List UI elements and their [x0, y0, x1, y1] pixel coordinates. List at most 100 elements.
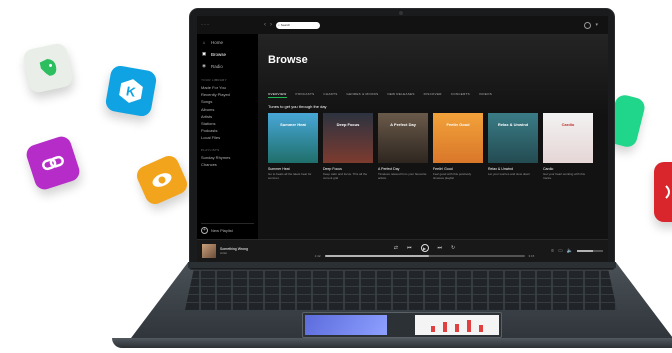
product-image: K ··· ‹ › ⌕ Search ▾ ⌂ Home ▣ Browse ◉ R…: [0, 0, 672, 353]
playlist-description: Go to beats all the latest heat for summ…: [268, 172, 312, 180]
playlists-header: PLAYLISTS: [201, 147, 220, 152]
eye-icon: [133, 152, 191, 208]
forward-arrow-icon[interactable]: ›: [270, 22, 272, 28]
search-icon: ⌕: [278, 23, 280, 27]
cover-text: Cardio: [561, 122, 575, 127]
shuffle-icon[interactable]: ⇄: [394, 245, 398, 251]
playlist-item[interactable]: Sunday Rhymes: [201, 154, 254, 161]
player-bar: Something Wrong Artist ⇄ ⏮ ▶ ⏭ ↻ 1:42 3:…: [197, 239, 608, 262]
devices-icon[interactable]: ▭: [558, 248, 563, 254]
sidebar: ⌂ Home ▣ Browse ◉ Radio YOUR LIBRARY Mad…: [197, 34, 258, 239]
playlist-description: Let your worries and slow down: [488, 172, 531, 176]
progress-fill: [324, 255, 429, 257]
browse-tabs: OVERVIEW PODCASTS CHARTS GENRES & MOODS …: [268, 92, 598, 98]
tab-genres-moods[interactable]: GENRES & MOODS: [347, 92, 379, 98]
playlist-cover[interactable]: A Perfect Day: [378, 113, 428, 163]
playlist-title[interactable]: Summer Heat: [268, 167, 318, 171]
screenpad-touchpad: [302, 312, 502, 338]
sidebar-item-albums[interactable]: Albums: [201, 106, 254, 113]
volume-slider[interactable]: [577, 250, 603, 252]
sidebar-item-podcasts[interactable]: Podcasts: [201, 127, 254, 134]
sidebar-label: Radio: [211, 63, 223, 69]
time-total: 3:15: [528, 254, 535, 258]
evernote-icon: [21, 41, 75, 95]
spotify-window: ··· ‹ › ⌕ Search ▾ ⌂ Home ▣ Browse ◉ Rad…: [197, 16, 608, 262]
browse-view: Browse OVERVIEW PODCASTS CHARTS GENRES &…: [258, 34, 608, 239]
kkbox-icon: K: [104, 64, 158, 118]
tab-podcasts[interactable]: PODCASTS: [296, 92, 315, 98]
track-artist[interactable]: Artist: [220, 251, 248, 255]
keyboard: [185, 270, 617, 310]
sidebar-item-local-files[interactable]: Local Files: [201, 134, 254, 141]
playlist-item[interactable]: Chances: [201, 161, 254, 168]
tab-videos[interactable]: VIDEOS: [479, 92, 492, 98]
laptop-base-edge: [112, 338, 672, 348]
screenpad-chart: [415, 315, 499, 335]
playlist-card[interactable]: Feelin Good Feelin' Good Feel good with th…: [433, 113, 483, 180]
playlist-title[interactable]: Relax & Unwind: [488, 167, 538, 171]
tab-concerts[interactable]: CONCERTS: [451, 92, 470, 98]
browse-icon: ▣: [201, 51, 207, 56]
repeat-icon[interactable]: ↻: [451, 245, 455, 251]
next-icon[interactable]: ⏭: [438, 245, 443, 251]
user-avatar-icon[interactable]: [584, 21, 592, 29]
playlist-card[interactable]: A Perfect Day A Perfect Day Timeless relax…: [378, 113, 428, 180]
queue-icon[interactable]: ≡: [551, 248, 554, 254]
webcam: [399, 11, 403, 15]
volume-icon[interactable]: 🔈: [567, 248, 573, 254]
search-input[interactable]: ⌕ Search: [276, 21, 320, 29]
playlist-title[interactable]: Cardio: [543, 167, 593, 171]
new-playlist-label: New Playlist: [211, 228, 233, 233]
playlist-card[interactable]: Relax & Unwind Relax & Unwind Let your wor…: [488, 113, 538, 180]
playlist-cover[interactable]: Feelin Good: [433, 113, 483, 163]
cover-text: Feelin Good: [446, 122, 470, 127]
playlist-cover[interactable]: Relax & Unwind: [488, 113, 538, 163]
cover-text: Relax & Unwind: [497, 122, 529, 127]
tab-overview[interactable]: OVERVIEW: [268, 92, 287, 98]
playlist-card[interactable]: Summer Heat Summer Heat Go to beats all th…: [268, 113, 318, 180]
playlist-description: Timeless relaxed from your favourite art…: [378, 172, 427, 180]
playlist-card[interactable]: Deep Focus Deep Focus Keep calm and focus.…: [323, 113, 373, 180]
sidebar-item-browse[interactable]: ▣ Browse: [201, 48, 254, 60]
playlist-cover[interactable]: Summer Heat: [268, 113, 318, 163]
screenpad-app: [305, 315, 387, 335]
playlist-cover[interactable]: Cardio: [543, 113, 593, 163]
tab-charts[interactable]: CHARTS: [323, 92, 337, 98]
progress-bar[interactable]: [324, 255, 525, 257]
link-icon: [24, 134, 82, 192]
playlist-card[interactable]: Cardio Cardio Get your heart working with …: [543, 113, 593, 180]
sidebar-item-recently-played[interactable]: Recently Played: [201, 91, 254, 98]
sidebar-item-radio[interactable]: ◉ Radio: [201, 60, 254, 72]
tab-discover[interactable]: DISCOVER: [424, 92, 442, 98]
top-bar: ··· ‹ › ⌕ Search ▾: [197, 16, 608, 34]
cover-text: A Perfect Day: [390, 122, 416, 127]
player-extras: ≡ ▭ 🔈: [537, 248, 603, 254]
playlist-description: Get your heart working with this tracks.: [543, 172, 586, 180]
sidebar-item-songs[interactable]: Songs: [201, 98, 254, 105]
playback-controls: ⇄ ⏮ ▶ ⏭ ↻ 1:42 3:15: [312, 244, 537, 258]
now-playing: Something Wrong Artist: [202, 244, 312, 258]
sidebar-item-artists[interactable]: Artists: [201, 113, 254, 120]
library-header: YOUR LIBRARY: [201, 78, 227, 82]
album-art[interactable]: [202, 244, 216, 258]
sidebar-item-home[interactable]: ⌂ Home: [201, 36, 254, 48]
playlist-cover[interactable]: Deep Focus: [323, 113, 373, 163]
sidebar-item-made-for-you[interactable]: Made For You: [201, 84, 254, 91]
new-playlist-button[interactable]: + New Playlist: [201, 223, 254, 237]
playlist-title[interactable]: Feelin' Good: [433, 167, 483, 171]
sidebar-item-stations[interactable]: Stations: [201, 120, 254, 127]
menu-dots-icon[interactable]: ···: [201, 22, 210, 28]
playlist-title[interactable]: Deep Focus: [323, 167, 373, 171]
red-app-icon: [654, 162, 672, 222]
home-icon: ⌂: [202, 39, 206, 45]
playlist-title[interactable]: A Perfect Day: [378, 167, 428, 171]
tab-new-releases[interactable]: NEW RELEASES: [387, 92, 414, 98]
previous-icon[interactable]: ⏮: [407, 245, 412, 251]
playlist-description: Feel good with this positively timeless …: [433, 172, 472, 180]
back-arrow-icon[interactable]: ‹: [264, 22, 266, 28]
cover-text: Summer Heat: [280, 122, 306, 127]
cover-text: Deep Focus: [336, 122, 360, 127]
play-button[interactable]: ▶: [420, 244, 429, 252]
chevron-down-icon[interactable]: ▾: [595, 22, 598, 28]
plus-icon: +: [201, 227, 208, 234]
